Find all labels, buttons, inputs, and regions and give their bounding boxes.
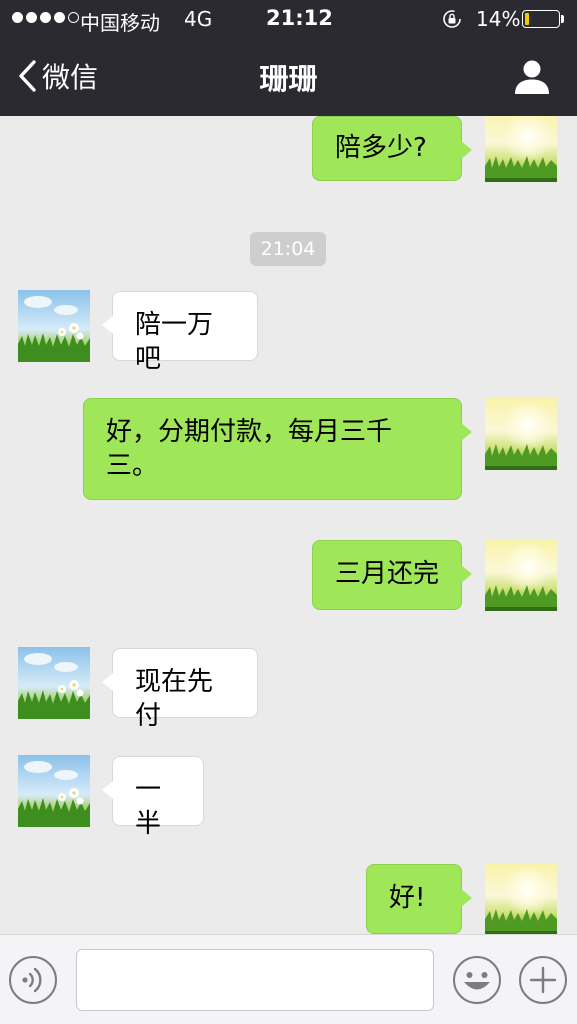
outgoing-message-bubble[interactable]: 三月还完 (312, 540, 472, 610)
rotation-lock-icon (443, 10, 461, 28)
contact-avatar[interactable] (18, 647, 90, 719)
plus-icon[interactable] (518, 955, 568, 1005)
signal-dot (68, 12, 79, 23)
message-text: 好，分期付款，每月三千三。 (106, 417, 393, 481)
battery-icon (522, 10, 566, 30)
signal-dot (12, 12, 23, 23)
signal-dot (40, 12, 51, 23)
top-header: 中国移动 4G 21:12 14% 微信 珊珊 (0, 0, 577, 116)
incoming-message-bubble[interactable]: 现在先付 (102, 648, 258, 731)
chat-scroll-content: 陪多少? 21:04 陪一万吧 好，分期付款，每月三千三。 三月还完 现在先付 … (0, 116, 577, 934)
outgoing-message-bubble[interactable]: 好! (366, 864, 472, 934)
contact-avatar[interactable] (18, 290, 90, 362)
signal-dot (54, 12, 65, 23)
outgoing-message-bubble[interactable]: 陪多少? (312, 116, 472, 181)
my-avatar[interactable] (485, 863, 557, 934)
signal-strength-icon (12, 12, 79, 23)
carrier-name: 中国移动 (80, 11, 160, 35)
message-text: 陪一万吧 (135, 310, 214, 374)
network-type: 4G (184, 7, 213, 31)
status-bar: 中国移动 4G 21:12 14% (0, 0, 577, 38)
signal-dot (26, 12, 37, 23)
incoming-message-bubble[interactable]: 陪一万吧 (102, 291, 258, 374)
message-text: 好! (389, 883, 426, 913)
emoji-icon[interactable] (452, 955, 502, 1005)
message-text: 陪多少? (335, 133, 427, 163)
incoming-message-bubble[interactable]: 一半 (102, 756, 204, 839)
person-icon[interactable] (512, 56, 552, 96)
message-text: 三月还完 (335, 559, 440, 589)
message-input[interactable] (76, 949, 434, 1011)
chat-area[interactable]: 陪多少? 21:04 陪一万吧 好，分期付款，每月三千三。 三月还完 现在先付 … (0, 116, 577, 934)
my-avatar[interactable] (485, 116, 557, 182)
battery-fill (525, 13, 529, 25)
timestamp-divider: 21:04 (250, 232, 326, 266)
input-bar (0, 934, 577, 1024)
message-text: 现在先付 (135, 667, 214, 731)
outgoing-message-bubble[interactable]: 好，分期付款，每月三千三。 (83, 398, 472, 500)
voice-icon[interactable] (8, 955, 58, 1005)
battery-percent: 14% (476, 7, 521, 31)
contact-avatar[interactable] (18, 755, 90, 827)
my-avatar[interactable] (485, 398, 557, 470)
message-text: 一半 (135, 775, 162, 839)
my-avatar[interactable] (485, 539, 557, 611)
nav-bar: 微信 珊珊 (0, 38, 577, 116)
page-title: 珊珊 (259, 62, 318, 96)
status-time: 21:12 (266, 6, 333, 30)
